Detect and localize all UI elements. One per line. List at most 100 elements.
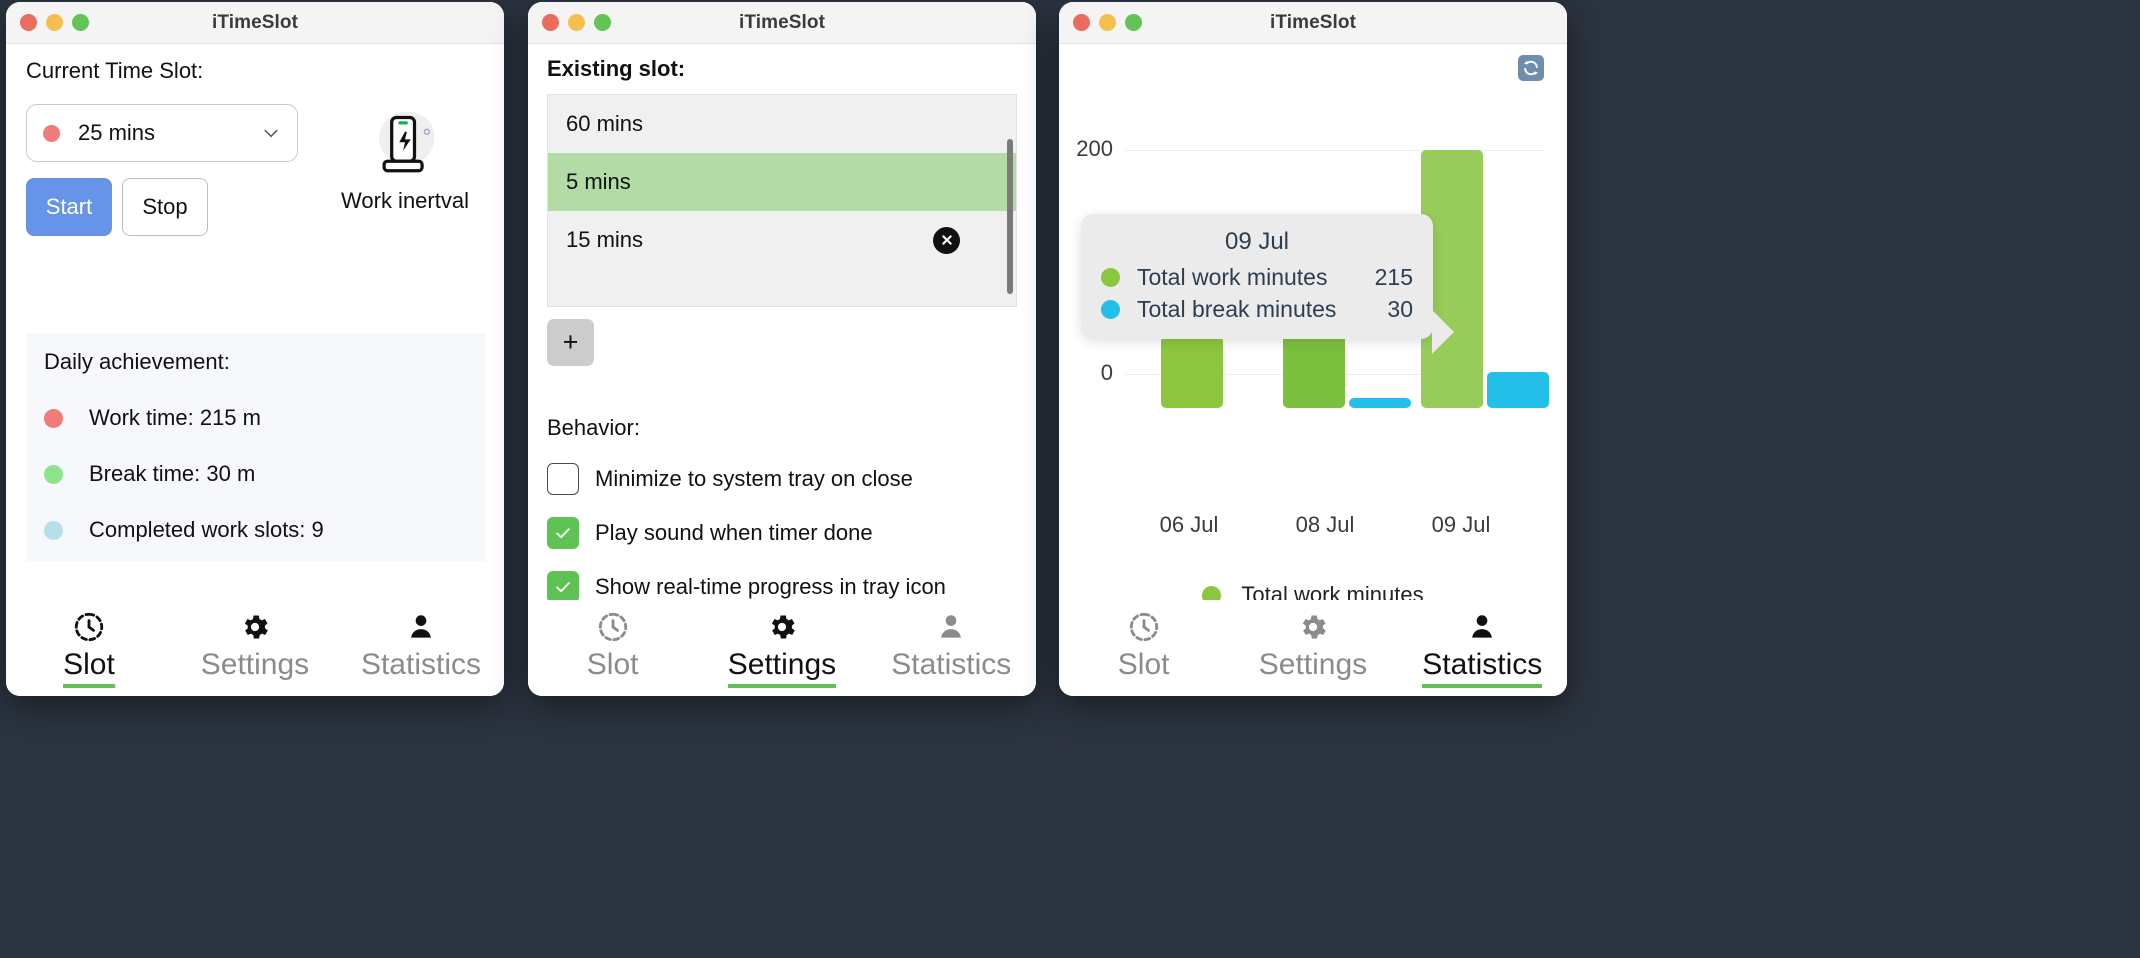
maximize-button[interactable] [72, 14, 89, 31]
person-icon [935, 608, 967, 646]
work-interval-card: Work inertval [326, 84, 484, 214]
clock-dashed-icon [72, 608, 106, 646]
titlebar-slot[interactable]: iTimeSlot [6, 2, 504, 44]
window-settings[interactable]: iTimeSlot Existing slot: 60 mins 5 mins … [528, 2, 1036, 696]
bottom-nav-settings[interactable]: Slot Settings Statistics [528, 600, 1036, 696]
nav-label-settings: Settings [1258, 648, 1368, 681]
gear-icon [766, 608, 798, 646]
time-slot-select[interactable]: 25 mins [26, 104, 298, 162]
checkbox-play-sound[interactable] [547, 517, 579, 549]
x-axis-labels: 06 Jul 08 Jul 09 Jul [1131, 512, 1535, 542]
checkbox-tray-progress[interactable] [547, 571, 579, 600]
tooltip-arrow [1432, 310, 1454, 354]
close-button[interactable] [1073, 14, 1090, 31]
tooltip-dot-work [1101, 268, 1120, 287]
nav-label-slot: Slot [586, 648, 639, 681]
phone-charging-icon [367, 106, 443, 186]
legend-entry-work[interactable]: Total work minutes [1059, 582, 1567, 600]
tooltip-row-break: Total break minutes 30 [1101, 296, 1413, 323]
break-time-dot [44, 464, 63, 484]
traffic-lights-statistics[interactable] [1059, 14, 1142, 31]
refresh-sync-icon[interactable] [1518, 55, 1544, 81]
checkbox-label-tray-progress: Show real-time progress in tray icon [595, 574, 946, 599]
achievement-row-break: Break time: 30 m [44, 461, 486, 487]
nav-item-statistics[interactable]: Statistics [361, 608, 481, 688]
maximize-button[interactable] [1125, 14, 1142, 31]
bar-break-09jul[interactable] [1487, 372, 1549, 408]
add-slot-button[interactable]: + [547, 319, 594, 366]
bottom-nav-slot[interactable]: Slot Settings Statistics [6, 600, 504, 696]
titlebar-statistics[interactable]: iTimeSlot [1059, 2, 1567, 44]
checkbox-row-play-sound[interactable]: Play sound when timer done [547, 517, 1017, 549]
chevron-down-icon [261, 123, 281, 143]
slot-list-item[interactable]: 15 mins [548, 211, 1016, 269]
checkbox-row-minimize[interactable]: Minimize to system tray on close [547, 463, 1017, 495]
y-tick-0: 0 [1100, 360, 1113, 385]
existing-slot-list[interactable]: 60 mins 5 mins 15 mins [547, 94, 1017, 307]
y-tick-200: 200 [1076, 136, 1113, 161]
achievement-row-work: Work time: 215 m [44, 405, 486, 431]
legend-dot-work [1202, 585, 1222, 600]
work-time-dot [44, 408, 63, 428]
daily-achievement-title: Daily achievement: [44, 349, 230, 374]
statistics-chart: 200 0 06 Jul 08 Jul 09 Jul Total work mi… [1059, 44, 1567, 600]
chart-legend: Total work minutes Total break minutes [1059, 568, 1567, 600]
tooltip-title: 09 Jul [1224, 228, 1290, 255]
close-button[interactable] [542, 14, 559, 31]
legend-label-work: Total work minutes [1241, 582, 1424, 600]
person-icon [1466, 608, 1498, 646]
minimize-button[interactable] [568, 14, 585, 31]
completed-slots-value: Completed work slots: 9 [89, 517, 324, 542]
slot-list-item-selected[interactable]: 5 mins [548, 153, 1016, 211]
time-slot-value: 25 mins [78, 120, 156, 145]
bar-break-08jul[interactable] [1349, 398, 1411, 408]
nav-item-settings[interactable]: Settings [1253, 608, 1373, 688]
slot-body: Current Time Slot: 25 mins Start Stop Wo… [6, 44, 504, 600]
nav-label-slot: Slot [1117, 648, 1170, 681]
nav-item-settings[interactable]: Settings [722, 608, 842, 688]
maximize-button[interactable] [594, 14, 611, 31]
minimize-button[interactable] [1099, 14, 1116, 31]
traffic-lights-settings[interactable] [528, 14, 611, 31]
checkbox-label-play-sound: Play sound when timer done [595, 520, 873, 545]
nav-item-slot[interactable]: Slot [553, 608, 673, 688]
statistics-body: 200 0 06 Jul 08 Jul 09 Jul Total work mi… [1059, 44, 1567, 600]
titlebar-settings[interactable]: iTimeSlot [528, 2, 1036, 44]
work-interval-caption: Work inertval [341, 188, 469, 213]
delete-slot-icon[interactable] [933, 226, 960, 254]
nav-label-statistics: Statistics [1422, 648, 1543, 688]
stop-button[interactable]: Stop [122, 178, 208, 236]
window-slot[interactable]: iTimeSlot Current Time Slot: 25 mins Sta… [6, 2, 504, 696]
start-button[interactable]: Start [26, 178, 112, 236]
nav-item-settings[interactable]: Settings [195, 608, 315, 688]
tooltip-name-work: Total work minutes [1137, 264, 1328, 290]
slot-list-item[interactable]: 60 mins [548, 95, 1016, 153]
close-button[interactable] [20, 14, 37, 31]
checkbox-row-tray-progress[interactable]: Show real-time progress in tray icon [547, 571, 1017, 600]
slot-list-scrollbar[interactable] [1007, 139, 1013, 294]
nav-label-slot: Slot [63, 648, 115, 688]
nav-item-statistics[interactable]: Statistics [1422, 608, 1543, 688]
settings-body: Existing slot: 60 mins 5 mins 15 mins + … [528, 44, 1036, 600]
window-statistics[interactable]: iTimeSlot 200 0 06 Jul 08 Jul 09 Jul Tot… [1059, 2, 1567, 696]
work-time-value: Work time: 215 m [89, 405, 261, 430]
nav-item-statistics[interactable]: Statistics [891, 608, 1011, 688]
slot-item-label: 15 mins [566, 227, 644, 252]
bottom-nav-statistics[interactable]: Slot Settings Statistics [1059, 600, 1567, 696]
checkbox-minimize-to-tray[interactable] [547, 463, 579, 495]
traffic-lights[interactable] [6, 14, 89, 31]
tooltip-dot-break [1101, 300, 1120, 319]
daily-achievement-panel: Daily achievement: Work time: 215 m Brea… [26, 333, 486, 561]
minimize-button[interactable] [46, 14, 63, 31]
bar-work-06jul[interactable] [1161, 336, 1223, 408]
x-tick-08jul: 08 Jul [1295, 512, 1355, 537]
nav-item-slot[interactable]: Slot [29, 608, 149, 688]
gridline-200 [1125, 150, 1545, 151]
nav-label-statistics: Statistics [891, 648, 1012, 681]
desktop-background: iTimeSlot Current Time Slot: 25 mins Sta… [0, 0, 2140, 958]
tooltip-name-break: Total break minutes [1137, 296, 1337, 322]
slot-item-label: 60 mins [566, 111, 644, 136]
nav-item-slot[interactable]: Slot [1084, 608, 1204, 688]
slot-item-label: 5 mins [566, 169, 631, 194]
existing-slot-heading: Existing slot: [547, 56, 686, 81]
